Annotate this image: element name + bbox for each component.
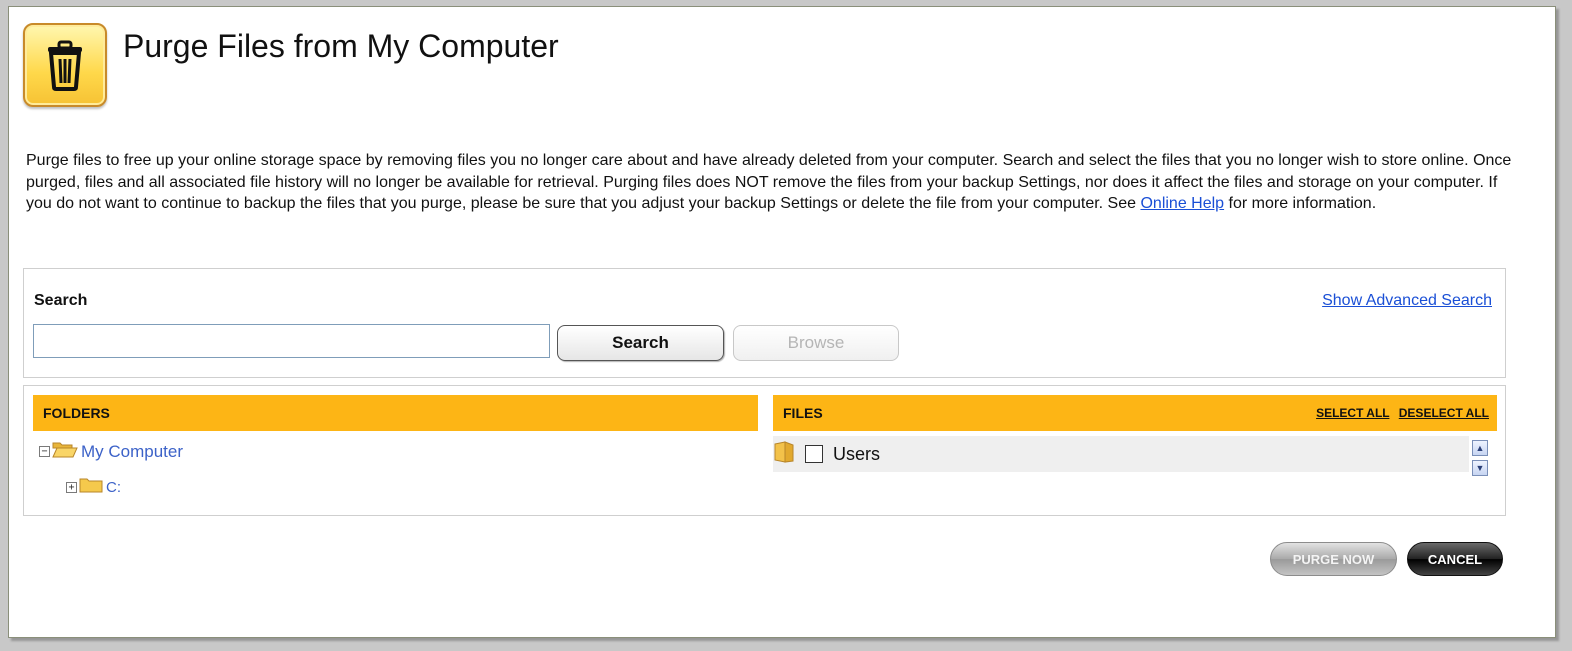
file-name: Users (833, 443, 881, 464)
folder-icon (773, 440, 795, 468)
deselect-all-link[interactable]: DESELECT ALL (1399, 406, 1489, 420)
select-all-link[interactable]: SELECT ALL (1316, 406, 1389, 420)
tree-item-label[interactable]: C: (106, 479, 121, 496)
description-text-part2: for more information. (1224, 195, 1377, 212)
purge-dialog: Purge Files from My Computer Purge files… (8, 6, 1556, 638)
scroll-up-icon[interactable]: ▲ (1472, 440, 1488, 456)
search-panel: Search Show Advanced Search Search Brows… (23, 268, 1506, 378)
files-header: FILES SELECT ALL DESELECT ALL (773, 395, 1497, 431)
collapse-icon[interactable]: − (39, 446, 50, 457)
expand-icon[interactable]: + (66, 481, 77, 493)
cancel-button[interactable]: CANCEL (1407, 542, 1503, 576)
show-advanced-search-link[interactable]: Show Advanced Search (1322, 292, 1492, 310)
search-input[interactable] (33, 324, 550, 358)
tree-item-c-drive[interactable]: + C: (66, 477, 121, 497)
folders-header: FOLDERS (33, 395, 758, 431)
file-row[interactable]: Users (773, 436, 1469, 472)
file-checkbox[interactable] (805, 445, 823, 463)
open-folder-icon (52, 440, 78, 463)
trash-icon (23, 23, 107, 107)
online-help-link[interactable]: Online Help (1140, 195, 1224, 212)
browse-button[interactable]: Browse (733, 325, 899, 361)
tree-item-label[interactable]: My Computer (81, 442, 183, 462)
scroll-down-icon[interactable]: ▼ (1472, 460, 1488, 476)
browse-panes: FOLDERS − My Computer + C: FILES SELECT … (23, 385, 1506, 516)
tree-item-my-computer[interactable]: − My Computer (39, 440, 183, 463)
description-text: Purge files to free up your online stora… (26, 150, 1516, 215)
folder-icon (79, 477, 103, 497)
purge-now-button[interactable]: PURGE NOW (1270, 542, 1397, 576)
files-header-label: FILES (783, 405, 823, 421)
file-actions: SELECT ALL DESELECT ALL (1310, 395, 1489, 431)
page-title: Purge Files from My Computer (123, 27, 559, 64)
search-button[interactable]: Search (557, 325, 724, 361)
search-label: Search (34, 292, 88, 309)
dialog-header: Purge Files from My Computer (23, 23, 559, 107)
